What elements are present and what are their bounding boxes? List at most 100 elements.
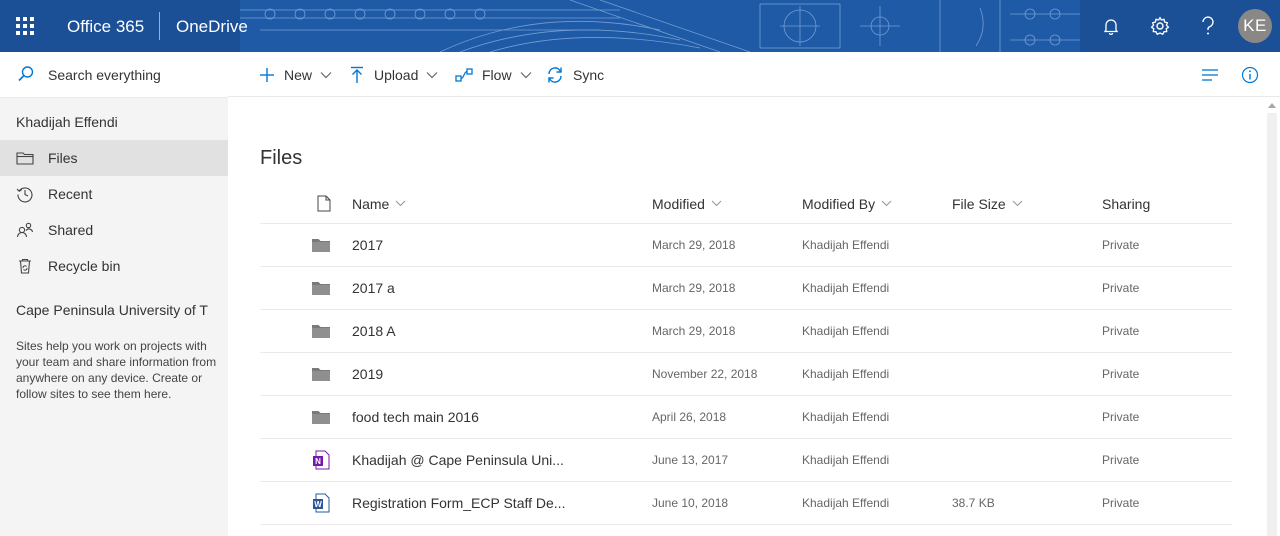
document-icon [317,195,331,212]
new-label: New [284,66,313,83]
file-name-link[interactable]: Khadijah @ Cape Peninsula Uni... [352,439,564,481]
recycle-bin-icon [19,258,31,274]
modified-column-header[interactable]: Modified [652,184,722,223]
sharing-cell: Private [1102,453,1140,467]
sharing-cell: Private [1102,324,1140,338]
column-label: Modified By [802,195,876,212]
chevron-down-icon [520,71,531,78]
nav-item-shared[interactable]: Shared [0,212,228,248]
nav-item-recycle-bin[interactable]: Recycle bin [0,248,228,284]
scrollbar-track[interactable] [1267,113,1277,536]
modified-by-cell: Khadijah Effendi [802,281,890,295]
upload-icon [351,66,363,83]
column-label: Modified [652,195,705,212]
search-icon [18,66,34,82]
nav-item-label: Files [48,150,78,166]
file-name-link[interactable]: food tech main 2016 [352,396,479,438]
table-row[interactable]: N Khadijah @ Cape Peninsula Uni... June … [260,439,1232,482]
upload-button[interactable]: Upload [349,52,438,97]
settings-button[interactable] [1136,0,1184,52]
modified-cell: March 29, 2018 [652,324,736,338]
app-launcher-button[interactable] [0,0,50,52]
brand-divider [159,12,160,40]
details-pane-button[interactable] [1239,64,1261,86]
folder-icon [312,282,330,295]
file-name-link[interactable]: Registration Form_ECP Staff De... [352,482,565,524]
modified-by-cell: Khadijah Effendi [802,453,890,467]
modified-by-cell: Khadijah Effendi [802,496,890,510]
search-box[interactable]: Search everything [0,52,228,98]
file-name-link[interactable]: 2019 [352,353,383,395]
nav-item-files[interactable]: Files [0,140,228,176]
table-row[interactable]: W Registration Form_ECP Staff De... June… [260,482,1232,525]
user-name-heading: Khadijah Effendi [16,114,118,130]
name-column-header[interactable]: Name [352,184,406,223]
modified-cell: November 22, 2018 [652,367,758,381]
row-icon-cell [310,224,332,266]
row-icon-cell [310,396,332,438]
row-icon-cell: W [310,482,332,524]
sites-heading[interactable]: Cape Peninsula University of T [16,302,208,318]
modified-cell: June 13, 2017 [652,453,729,467]
vertical-scrollbar[interactable] [1264,97,1280,536]
upload-label: Upload [374,66,419,83]
folder-icon [312,325,330,338]
sharing-cell: Private [1102,496,1140,510]
table-row[interactable]: 2018 A March 29, 2018 Khadijah Effendi P… [260,310,1232,353]
file-list: Name Modified Modified By File Size Shar… [260,184,1232,525]
modified-by-column-header[interactable]: Modified By [802,184,892,223]
file-name-link[interactable]: 2017 a [352,267,395,309]
notifications-button[interactable] [1087,0,1135,52]
modified-cell: March 29, 2018 [652,238,736,252]
command-bar: New Upload Flow Sync [228,52,1280,97]
folder-icon [312,239,330,252]
people-icon [16,222,34,238]
table-row[interactable]: 2019 November 22, 2018 Khadijah Effendi … [260,353,1232,396]
scroll-up-arrow-icon[interactable] [1268,103,1276,108]
list-view-icon [1202,69,1218,81]
modified-by-cell: Khadijah Effendi [802,238,890,252]
list-header: Name Modified Modified By File Size Shar… [260,184,1232,224]
folder-icon [312,368,330,381]
flow-label: Flow [482,66,512,83]
folder-icon [16,152,34,165]
office365-brand-link[interactable]: Office 365 [67,0,144,52]
row-icon-cell: N [310,439,332,481]
chevron-down-icon [320,71,332,78]
sharing-cell: Private [1102,238,1140,252]
onedrive-app-link[interactable]: OneDrive [176,0,248,52]
view-options-button[interactable] [1199,64,1221,86]
flow-button[interactable]: Flow [455,52,532,97]
table-row[interactable]: 2017 March 29, 2018 Khadijah Effendi Pri… [260,224,1232,267]
table-row[interactable]: 2017 a March 29, 2018 Khadijah Effendi P… [260,267,1232,310]
modified-cell: April 26, 2018 [652,410,727,424]
modified-by-cell: Khadijah Effendi [802,367,890,381]
row-icon-cell [310,353,332,395]
chevron-down-icon [1012,200,1023,207]
table-row[interactable]: food tech main 2016 April 26, 2018 Khadi… [260,396,1232,439]
file-size-cell: 38.7 KB [952,496,995,510]
left-navigation: Search everything Khadijah Effendi Files… [0,52,228,536]
nav-item-recent[interactable]: Recent [0,176,228,212]
sync-button[interactable]: Sync [546,52,604,97]
nav-item-label: Recycle bin [48,258,121,274]
file-name-link[interactable]: 2018 A [352,310,396,352]
sharing-cell: Private [1102,410,1140,424]
bell-icon [1103,19,1119,35]
clock-icon [16,187,33,203]
modified-cell: June 10, 2018 [652,496,729,510]
sync-label: Sync [573,66,605,83]
new-button[interactable]: New [259,52,332,97]
search-input[interactable]: Search everything [48,67,161,83]
sharing-column-header[interactable]: Sharing [1102,184,1150,223]
chevron-down-icon [395,200,406,207]
file-type-header[interactable] [310,184,332,223]
file-size-column-header[interactable]: File Size [952,184,1023,223]
nav-item-label: Shared [48,222,94,238]
avatar[interactable]: KE [1238,9,1272,43]
sharing-cell: Private [1102,367,1140,381]
file-name-link[interactable]: 2017 [352,224,383,266]
help-button[interactable] [1184,0,1232,52]
help-icon [1202,16,1214,35]
word-file-icon: W [313,493,330,513]
